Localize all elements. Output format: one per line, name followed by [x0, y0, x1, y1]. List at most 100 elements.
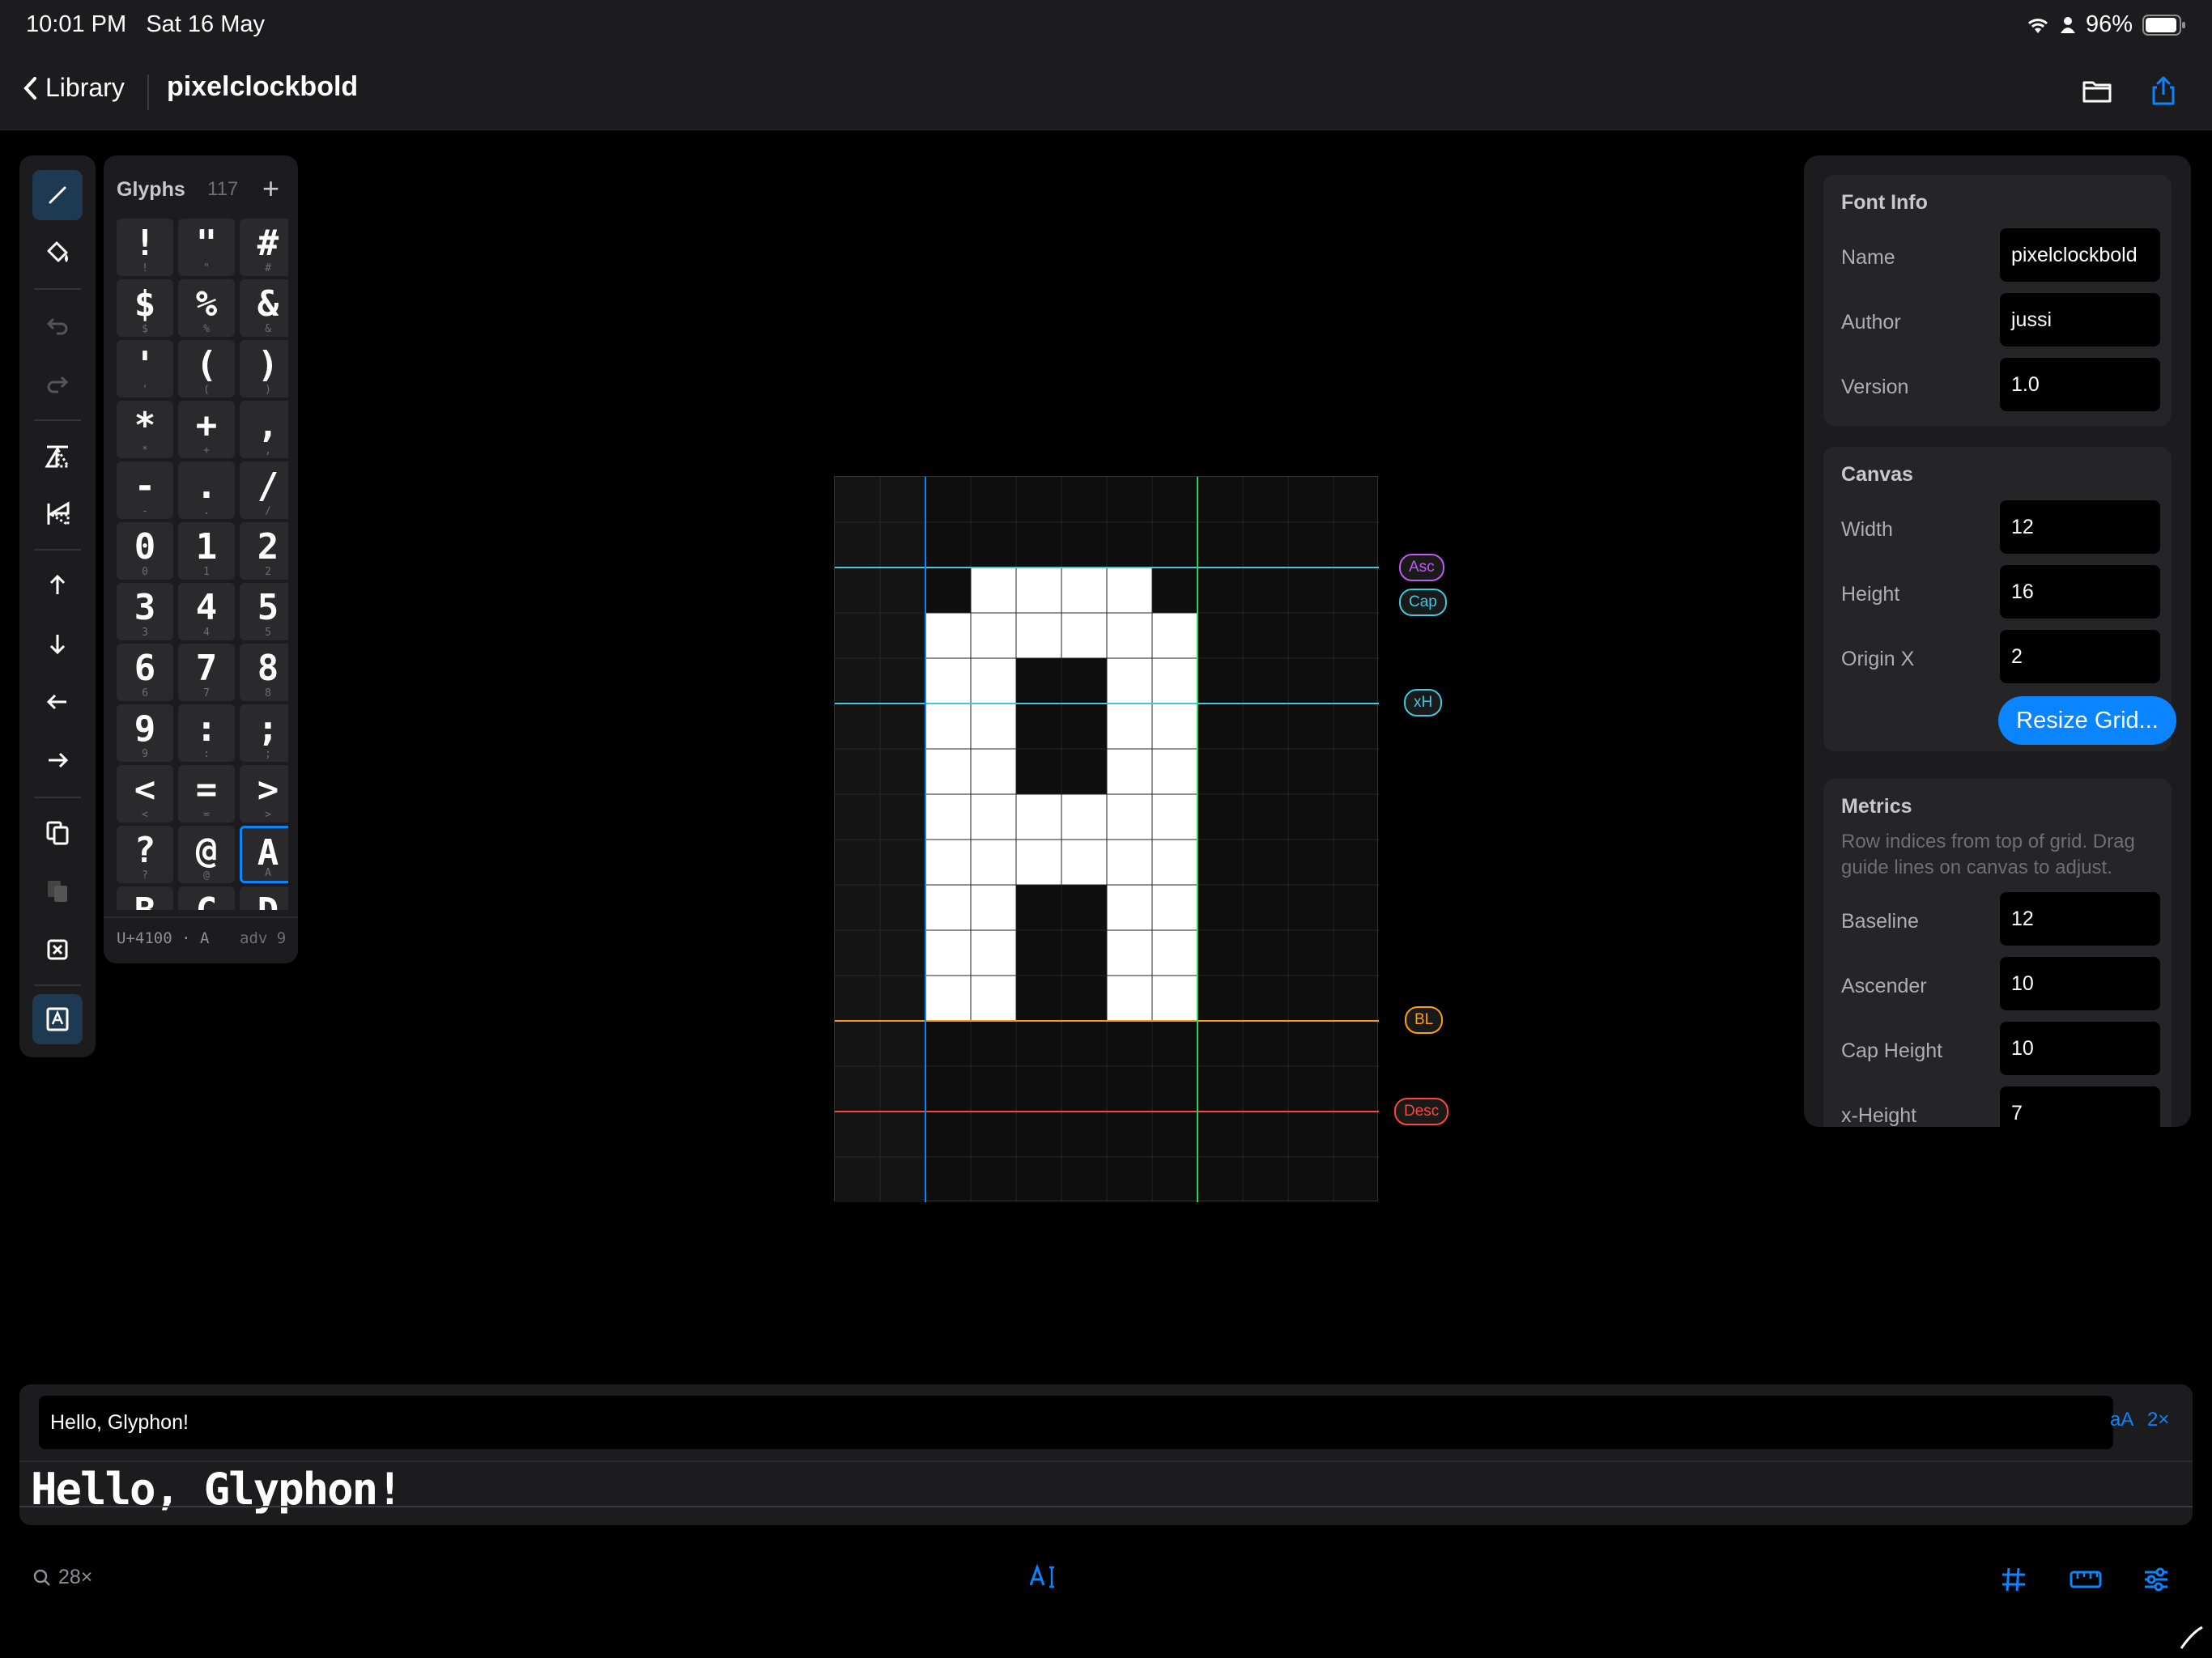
glyph-char-label: : [203, 748, 210, 760]
glyph-cell[interactable]: -- [117, 461, 173, 519]
pencil-tool[interactable] [32, 170, 83, 220]
cap-height-field[interactable]: 10 [2000, 1022, 2160, 1075]
ascender-label: Ascender [1841, 975, 1927, 997]
glyph-cell[interactable]: = = [178, 765, 235, 823]
settings-sliders-icon[interactable] [2142, 1566, 2170, 1593]
version-field[interactable]: 1.0 [2000, 358, 2160, 411]
glyph-cell[interactable]: 88 [240, 644, 288, 701]
author-field[interactable]: jussi [2000, 293, 2160, 346]
glyph-cell[interactable]: $ $ [117, 279, 173, 337]
shift-up-button[interactable] [32, 560, 83, 610]
glyph-cell[interactable]: 33 [117, 583, 173, 640]
glyph-cell[interactable]: + + [178, 401, 235, 458]
x-height-guide-label[interactable]: xH [1404, 689, 1443, 716]
glyph-cell[interactable]: 11 [178, 522, 235, 580]
ascender-field[interactable]: 10 [2000, 957, 2160, 1010]
copy-button[interactable] [32, 808, 83, 858]
glyph-cell[interactable]: 99 [117, 704, 173, 762]
add-glyph-button[interactable]: + [262, 172, 279, 206]
glyph-cell[interactable]: %% [178, 279, 235, 337]
undo-button[interactable] [32, 300, 83, 350]
glyph-char: ) [257, 344, 279, 385]
glyph-library-toggle[interactable] [32, 994, 83, 1044]
glyph-cell[interactable]: " " [178, 219, 235, 276]
glyph-cell[interactable]: > > [240, 765, 288, 823]
zoom-control[interactable]: 28× [32, 1566, 92, 1589]
pixel [925, 658, 971, 704]
ascender-guide-label[interactable]: Asc [1399, 554, 1444, 581]
shift-right-button[interactable] [32, 735, 83, 785]
glyph-cell[interactable]: < < [117, 765, 173, 823]
preview-scale-button[interactable]: 2× [2147, 1409, 2169, 1431]
glyph-cell[interactable]: BB [117, 886, 173, 910]
glyph-cell[interactable]: 44 [178, 583, 235, 640]
glyph-cell[interactable]: (( [178, 340, 235, 397]
resize-grid-button[interactable]: Resize Grid... [1998, 696, 2176, 745]
cap-height-guide-label[interactable]: Cap [1399, 589, 1447, 616]
glyph-cell[interactable]: )) [240, 340, 288, 397]
glyph-cell[interactable]: 55 [240, 583, 288, 640]
preview-text-input[interactable]: Hello, Glyphon! [39, 1396, 2113, 1449]
baseline-guide-label[interactable]: BL [1405, 1006, 1444, 1034]
glyph-cell[interactable]: AA [240, 826, 288, 883]
redo-button[interactable] [32, 358, 83, 408]
flip-horizontal-button[interactable] [32, 431, 83, 481]
status-time: 10:01 PM Sat 16 May [26, 11, 265, 37]
folder-icon[interactable] [2081, 74, 2113, 107]
shift-left-button[interactable] [32, 677, 83, 727]
flip-vertical-button[interactable] [32, 489, 83, 539]
descender-guide-label[interactable]: Desc [1394, 1098, 1449, 1125]
width-field[interactable]: 12 [2000, 500, 2160, 554]
glyph-cell[interactable]: !! [117, 219, 173, 276]
pixel [971, 794, 1016, 840]
share-icon[interactable] [2147, 74, 2180, 107]
pixel [1107, 658, 1152, 704]
glyph-cell[interactable]: / / [240, 461, 288, 519]
preview-divider [19, 1460, 2193, 1462]
metrics-title: Metrics [1841, 795, 1912, 818]
glyph-cell[interactable]: :: [178, 704, 235, 762]
origin-x-field[interactable]: 2 [2000, 630, 2160, 683]
back-label: Library [45, 73, 125, 102]
glyph-cell[interactable]: * * [117, 401, 173, 458]
pixel [1107, 749, 1152, 794]
glyph-char: " [195, 223, 218, 264]
glyph-cell[interactable]: 22 [240, 522, 288, 580]
height-field[interactable]: 16 [2000, 565, 2160, 619]
pixel [925, 613, 971, 658]
glyph-cell[interactable]: ' ' [117, 340, 173, 397]
status-right: 96% [2026, 11, 2186, 38]
glyph-cell[interactable]: DD [240, 886, 288, 910]
pixel [1152, 840, 1197, 885]
glyph-cell[interactable]: .. [178, 461, 235, 519]
glyph-cell[interactable]: 77 [178, 644, 235, 701]
glyph-cell[interactable]: ?? [117, 826, 173, 883]
glyph-canvas[interactable] [834, 476, 1379, 1202]
glyph-cell[interactable]: ;; [240, 704, 288, 762]
clear-button[interactable] [32, 925, 83, 975]
shift-down-button[interactable] [32, 619, 83, 669]
text-tool-icon[interactable] [1028, 1562, 1057, 1592]
glyph-cell[interactable]: # # [240, 219, 288, 276]
ruler-icon[interactable] [2069, 1569, 2102, 1590]
glyph-cell[interactable]: & & [240, 279, 288, 337]
glyph-cell[interactable]: 00 [117, 522, 173, 580]
x-height-field[interactable]: 7 [2000, 1086, 2160, 1127]
baseline-field[interactable]: 12 [2000, 892, 2160, 946]
fill-tool[interactable] [32, 228, 83, 278]
name-field[interactable]: pixelclockbold [2000, 228, 2160, 282]
pixel [1107, 930, 1152, 976]
paste-button[interactable] [32, 866, 83, 916]
pixel [971, 930, 1016, 976]
x-height-label: x-Height [1841, 1104, 1917, 1127]
glyph-cell[interactable]: 66 [117, 644, 173, 701]
glyph-char-label: 1 [203, 566, 210, 578]
glyph-cell[interactable]: @ @ [178, 826, 235, 883]
pixel-grid[interactable] [835, 477, 1379, 1202]
back-button[interactable]: Library [23, 73, 125, 103]
glyph-cell[interactable]: CC [178, 886, 235, 910]
glyph-cell[interactable]: ,, [240, 401, 288, 458]
height-label: Height [1841, 583, 1900, 606]
grid-toggle-icon[interactable] [2000, 1566, 2027, 1593]
text-size-button[interactable]: aA [2110, 1409, 2133, 1431]
